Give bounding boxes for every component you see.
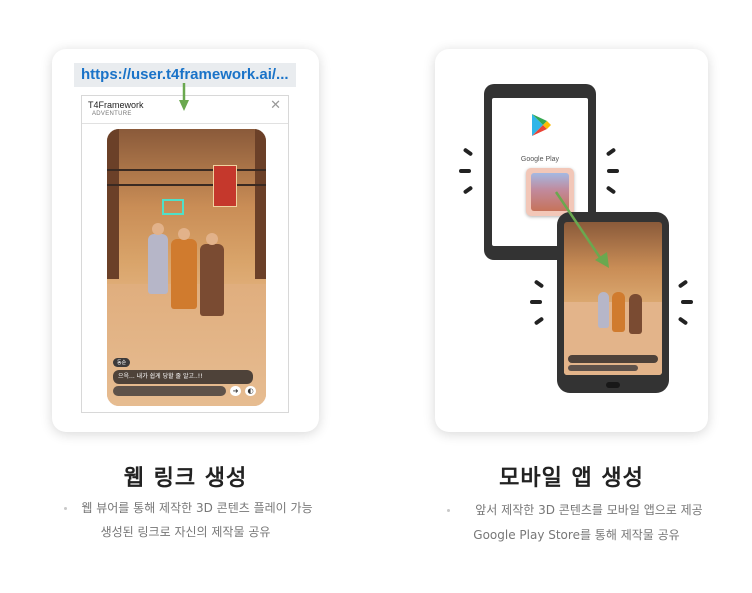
scene-pillar [107,129,119,279]
browser-title: T4Framework [88,100,144,110]
green-arrow-icon [179,83,189,111]
chat-input[interactable] [113,386,226,396]
vibration-lines-icon [530,300,542,304]
chat-bubble [568,355,658,363]
character [148,223,168,294]
vibration-lines-icon [459,169,471,173]
google-play-icon [532,114,551,136]
game-viewer[interactable]: 동순 으윽... 내가 쉽게 당할 줄 알고..!! ➜ ◐ [107,129,266,406]
mobile-app-title: 모바일 앱 생성 [499,466,644,491]
close-icon[interactable]: ✕ [270,99,281,112]
vibration-lines-icon [681,300,693,304]
scene-pillar [255,129,266,279]
character [612,292,625,332]
green-arrow-icon [554,191,609,268]
character [629,294,642,334]
web-link-desc-1: 웹 뷰어를 통해 제작한 3D 콘텐츠 플레이 가능 [81,501,313,515]
scene-wire [107,184,266,186]
mobile-app-desc-2: Google Play Store를 통해 제작물 공유 [473,528,680,542]
chat-bubble: 으윽... 내가 쉽게 당할 줄 알고..!! [113,370,253,384]
browser-divider [82,123,288,124]
scene-neon-sign [162,199,184,215]
character [171,228,197,309]
web-link-desc-2: 생성된 링크로 자신의 제작물 공유 [100,525,271,539]
web-link-title: 웹 링크 생성 [123,466,248,491]
bullet [447,509,450,512]
google-play-label: Google Play [520,156,560,163]
toggle-icon[interactable]: ◐ [245,386,256,396]
mobile-app-desc-1: 앞서 제작한 3D 콘텐츠를 모바일 앱으로 제공 [475,503,703,517]
send-icon[interactable]: ➜ [230,386,241,396]
home-button[interactable] [606,382,620,388]
scene-sign [213,165,237,207]
vibration-lines-icon [607,169,619,173]
speaker-tag: 동순 [113,358,131,367]
scene-wire [107,169,266,171]
chat-input [568,365,638,371]
character [598,292,609,328]
character [200,233,224,316]
browser-subtitle: ADVENTURE [92,111,132,117]
